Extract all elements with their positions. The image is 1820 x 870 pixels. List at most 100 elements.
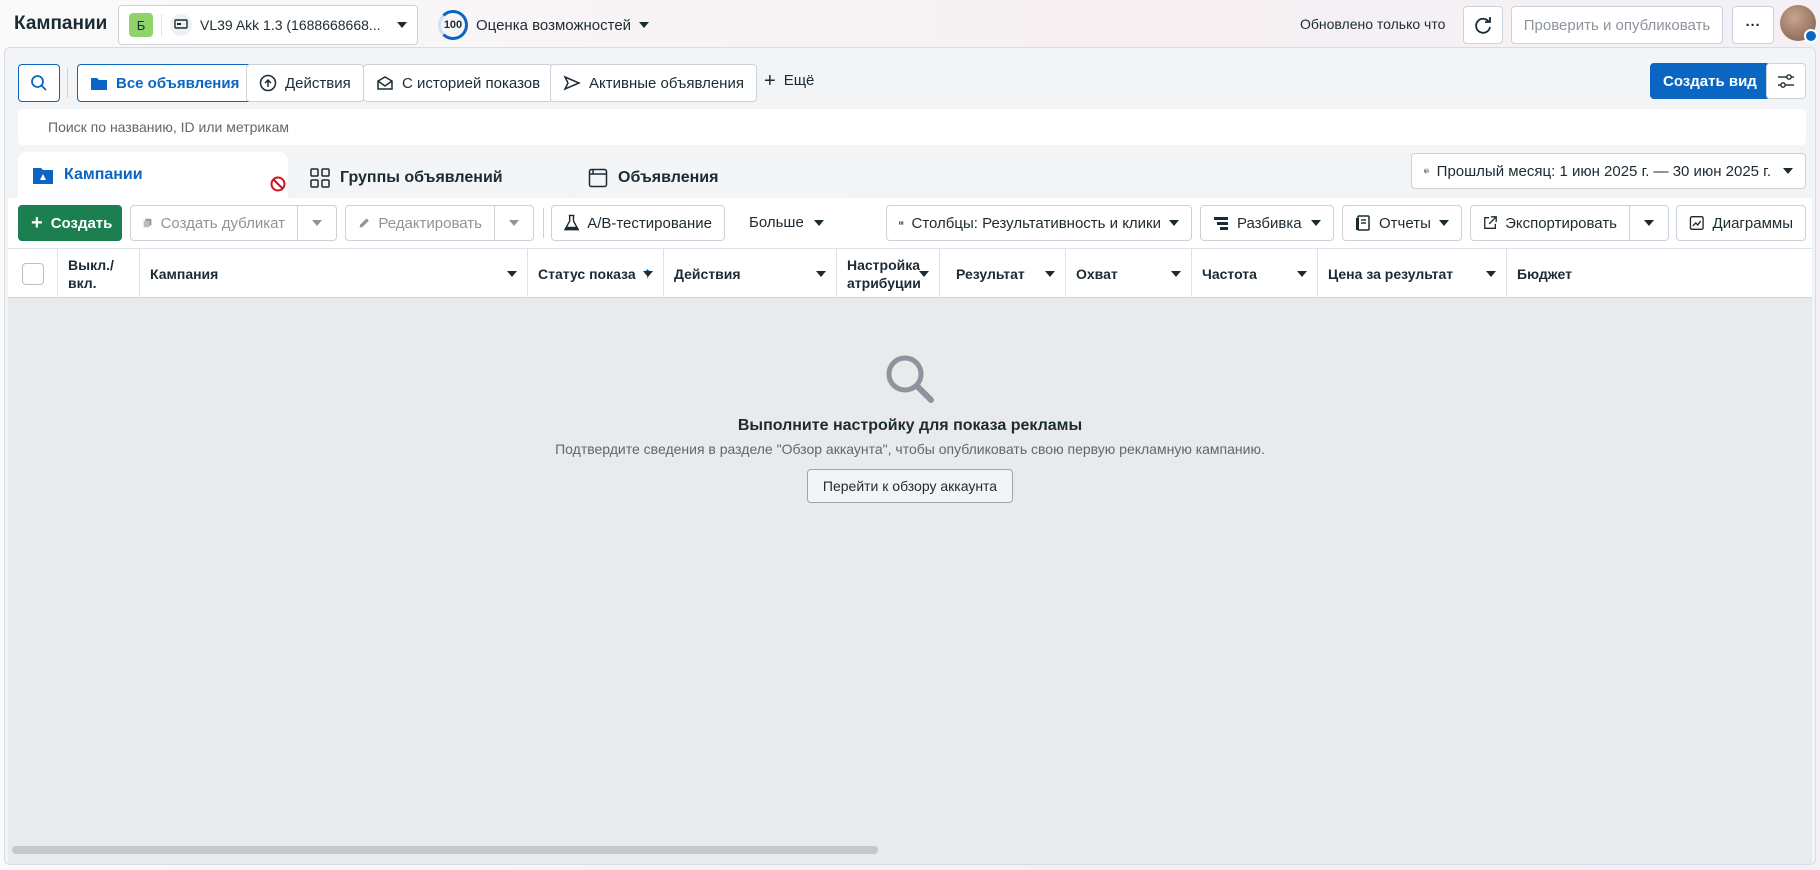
reports-label: Отчеты	[1379, 214, 1431, 232]
chevron-down-icon	[813, 219, 824, 226]
header-frequency-label: Частота	[1202, 265, 1257, 282]
calendar-table-icon	[1424, 168, 1429, 174]
header-budget[interactable]: Бюджет	[1507, 249, 1812, 298]
table-header: Выкл./ вкл. Кампания Статус показа ↑ Дей…	[8, 248, 1812, 298]
date-range-picker[interactable]: Прошлый месяц: 1 июн 2025 г. — 30 июн 20…	[1411, 153, 1806, 189]
breakdown-label: Разбивка	[1237, 214, 1302, 232]
filter-actions-label: Действия	[285, 74, 351, 92]
create-view-button[interactable]: Создать вид	[1650, 63, 1770, 99]
plus-icon: +	[764, 69, 776, 92]
pencil-icon	[359, 218, 369, 228]
plus-icon: +	[31, 212, 43, 234]
chevron-down-icon	[1644, 220, 1654, 226]
flask-icon	[564, 214, 580, 231]
export-icon	[1484, 216, 1497, 229]
duplicate-button[interactable]: Создать дубликат	[130, 205, 298, 241]
columns-label: Столбцы: Результативность и клики	[911, 214, 1162, 232]
campaigns-table: Выкл./ вкл. Кампания Статус показа ↑ Дей…	[8, 248, 1812, 864]
filter-active[interactable]: Активные объявления	[550, 64, 757, 102]
campaign-folder-icon	[33, 168, 53, 184]
search-button[interactable]	[18, 64, 60, 102]
filter-actions[interactable]: Действия	[246, 64, 364, 102]
chevron-down-icon	[1783, 168, 1793, 174]
refresh-icon	[1475, 17, 1491, 34]
tab-adsets[interactable]: Группы объявлений	[296, 157, 566, 199]
create-button[interactable]: + Создать	[18, 205, 122, 241]
export-button[interactable]: Экспортировать	[1470, 205, 1630, 241]
tab-adsets-label: Группы объявлений	[340, 169, 503, 186]
account-overview-button[interactable]: Перейти к обзору аккаунта	[806, 469, 1014, 503]
grid-icon	[310, 168, 330, 188]
more-dropdown[interactable]: Больше	[749, 214, 824, 231]
header-reach[interactable]: Охват	[1066, 249, 1192, 298]
tab-ads[interactable]: Объявления	[574, 157, 844, 199]
chevron-down-icon	[397, 22, 407, 28]
divider	[543, 208, 544, 238]
export-dropdown[interactable]	[1629, 205, 1669, 241]
chevron-down-icon	[312, 220, 322, 226]
header-actions-label: Действия	[674, 265, 741, 282]
chevron-down-icon	[643, 271, 653, 277]
more-options-button[interactable]: ···	[1732, 6, 1774, 44]
chevron-down-icon	[1297, 271, 1307, 277]
header-reach-label: Охват	[1076, 265, 1118, 282]
ad-account-icon	[170, 14, 192, 36]
empty-state-title: Выполните настройку для показа рекламы	[737, 417, 1083, 434]
chevron-down-icon	[1486, 271, 1496, 277]
charts-label: Диаграммы	[1712, 214, 1793, 232]
filter-history[interactable]: С историей показов	[363, 64, 554, 102]
header-actions[interactable]: Действия	[664, 249, 837, 298]
opportunity-score[interactable]: 100 Оценка возможностей	[438, 10, 650, 40]
reports-icon	[1356, 215, 1370, 231]
horizontal-scrollbar[interactable]	[12, 846, 878, 854]
header-result[interactable]: Результат	[940, 249, 1066, 298]
account-selector[interactable]: Б VL39 Akk 1.3 (1688668668...	[118, 5, 418, 45]
breakdown-dropdown[interactable]: Разбивка	[1200, 205, 1334, 241]
header-campaign-label: Кампания	[150, 265, 219, 282]
create-label: Создать	[50, 214, 113, 232]
sliders-icon	[1778, 74, 1794, 88]
header-toggle[interactable]: Выкл./ вкл.	[58, 249, 140, 298]
facebook-icon	[1804, 29, 1818, 43]
view-settings-button[interactable]	[1766, 63, 1806, 99]
header-attribution[interactable]: Настройка атрибуции	[837, 249, 940, 298]
ad-window-icon	[588, 168, 608, 188]
header-frequency[interactable]: Частота	[1192, 249, 1318, 298]
review-publish-button[interactable]: Проверить и опубликовать	[1511, 6, 1723, 44]
filter-more[interactable]: + Ещё	[764, 69, 814, 92]
filter-all-ads-label: Все объявления	[116, 74, 240, 92]
header-cost-per-result[interactable]: Цена за результат	[1318, 249, 1507, 298]
ab-test-button[interactable]: A/B-тестирование	[551, 205, 725, 241]
divider	[67, 68, 68, 98]
edit-dropdown[interactable]	[494, 205, 534, 241]
header-delivery-label: Статус показа	[538, 265, 636, 282]
reports-dropdown[interactable]: Отчеты	[1342, 205, 1462, 241]
edit-button[interactable]: Редактировать	[345, 205, 495, 241]
top-bar: Кампании Б VL39 Akk 1.3 (1688668668... 1…	[0, 0, 1820, 52]
search-icon	[31, 75, 47, 91]
avatar[interactable]	[1780, 5, 1818, 43]
account-name: VL39 Akk 1.3 (1688668668...	[200, 17, 381, 33]
filter-all-ads[interactable]: Все объявления	[77, 64, 253, 102]
table-body: Выполните настройку для показа рекламы П…	[8, 298, 1812, 864]
header-result-label: Результат	[956, 265, 1025, 282]
columns-dropdown[interactable]: Столбцы: Результативность и клики	[886, 205, 1192, 241]
header-campaign[interactable]: Кампания	[140, 249, 528, 298]
header-select-all	[8, 249, 58, 298]
duplicate-dropdown[interactable]	[297, 205, 337, 241]
export-label: Экспортировать	[1505, 214, 1617, 232]
tab-campaigns[interactable]: Кампании	[18, 152, 288, 198]
chart-icon	[1689, 216, 1704, 230]
search-input[interactable]: Поиск по названию, ID или метрикам	[18, 109, 1806, 145]
search-icon	[886, 355, 934, 403]
charts-button[interactable]: Диаграммы	[1676, 205, 1806, 241]
select-all-checkbox[interactable]	[21, 262, 44, 285]
chevron-down-icon	[1045, 271, 1055, 277]
header-toggle-line2: вкл.	[68, 274, 97, 291]
refresh-button[interactable]	[1463, 6, 1503, 44]
header-budget-label: Бюджет	[1517, 265, 1572, 282]
header-cost-per-result-label: Цена за результат	[1328, 265, 1454, 282]
score-ring-icon: 100	[438, 10, 468, 40]
chevron-down-icon	[639, 22, 650, 28]
header-delivery[interactable]: Статус показа ↑	[528, 249, 664, 298]
